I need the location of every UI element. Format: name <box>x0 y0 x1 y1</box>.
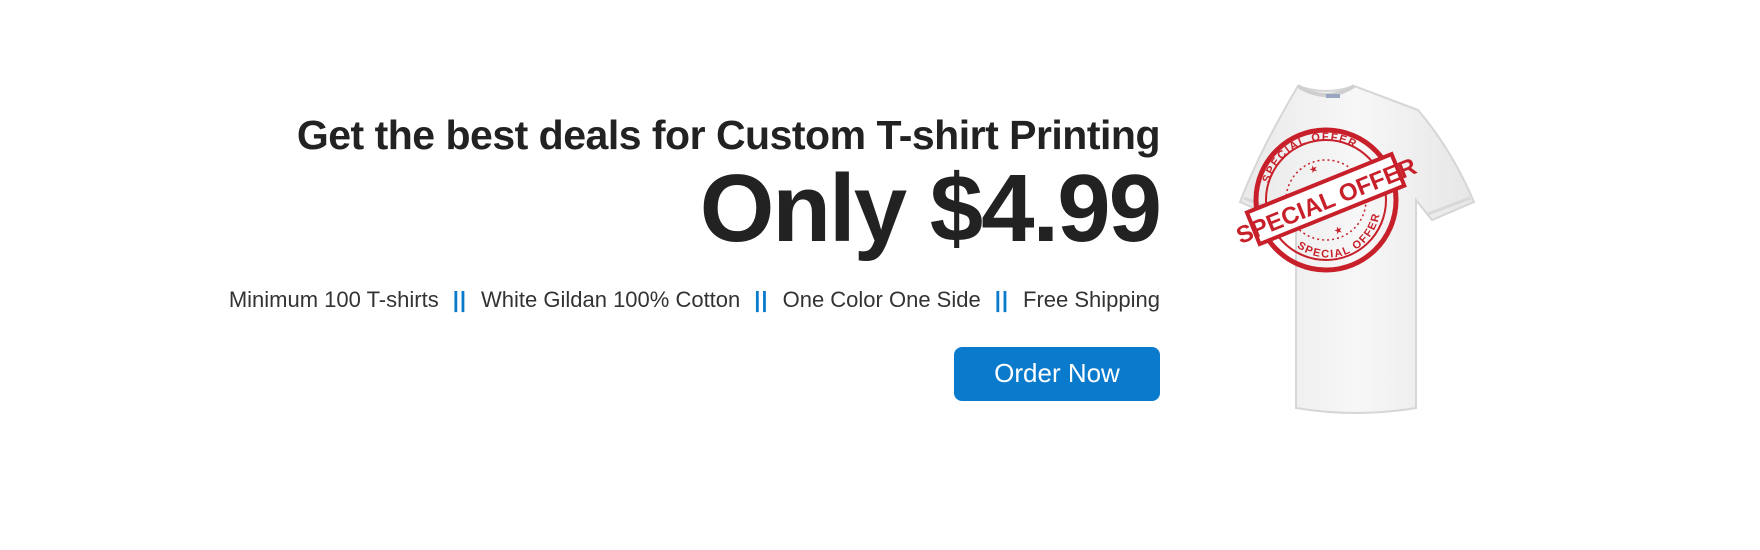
feature-item: White Gildan 100% Cotton <box>481 287 741 313</box>
feature-separator: || <box>754 287 769 313</box>
promo-banner: Get the best deals for Custom T-shirt Pr… <box>0 0 1760 550</box>
price-text: Only $4.99 <box>699 155 1162 263</box>
promo-text-block: Get the best deals for Custom T-shirt Pr… <box>200 112 1162 402</box>
feature-item: One Color One Side <box>782 287 981 313</box>
feature-list: Minimum 100 T-shirts || White Gildan 100… <box>200 287 1160 313</box>
tshirt-icon: SPECIAL OFFER SPECIAL OFFER SPECIAL OFFE… <box>1233 84 1476 414</box>
cta-row: Order Now <box>200 347 1160 402</box>
feature-separator: || <box>994 287 1010 313</box>
headline: Get the best deals for Custom T-shirt Pr… <box>296 112 1161 158</box>
feature-item: Free Shipping <box>1023 287 1160 313</box>
feature-item: Minimum 100 T-shirts <box>228 287 439 313</box>
feature-separator: || <box>452 287 468 313</box>
tshirt-image: SPECIAL OFFER SPECIAL OFFER SPECIAL OFFE… <box>1190 80 1520 470</box>
order-now-button[interactable]: Order Now <box>954 347 1160 402</box>
